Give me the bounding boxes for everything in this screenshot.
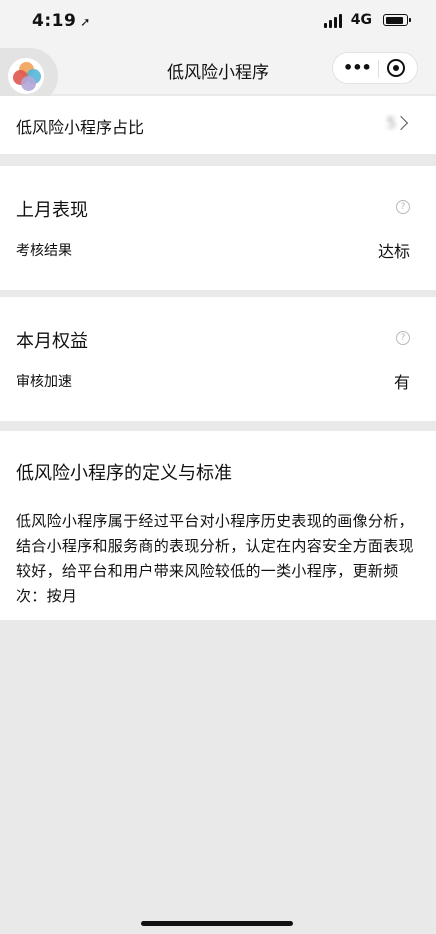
- last-month-section: 上月表现 ? 考核结果 达标: [0, 166, 436, 290]
- network-label: 4G: [350, 12, 372, 28]
- help-icon[interactable]: ?: [396, 200, 410, 214]
- chevron-right-icon: [393, 115, 409, 131]
- location-icon: ➚: [80, 15, 91, 29]
- assessment-result-label: 考核结果: [16, 243, 72, 259]
- definition-title: 低风险小程序的定义与标准: [16, 463, 232, 484]
- nav-bar: 低风险小程序 •••: [0, 46, 436, 104]
- definition-body: 低风险小程序属于经过平台对小程序历史表现的画像分析，结合小程序和服务商的表现分析…: [16, 512, 414, 605]
- ratio-value: 5: [386, 114, 396, 132]
- time-text: 4:19: [32, 11, 77, 31]
- last-month-title: 上月表现: [16, 200, 88, 221]
- ratio-label: 低风险小程序占比: [16, 118, 145, 137]
- help-icon[interactable]: ?: [396, 331, 410, 345]
- home-indicator[interactable]: [141, 921, 293, 926]
- status-bar: 4:19 ➚ 4G: [0, 0, 436, 46]
- capsule-menu: •••: [332, 52, 418, 84]
- more-icon[interactable]: •••: [343, 60, 372, 76]
- battery-icon: [383, 14, 411, 26]
- review-speedup-value: 有: [393, 373, 410, 392]
- ratio-row[interactable]: 低风险小程序占比 5: [0, 96, 436, 154]
- this-month-title: 本月权益: [16, 331, 88, 352]
- close-miniprogram-icon[interactable]: [387, 59, 405, 77]
- signal-icon: [324, 14, 344, 28]
- definition-section: 低风险小程序的定义与标准 低风险小程序属于经过平台对小程序历史表现的画像分析，结…: [0, 431, 436, 620]
- this-month-section: 本月权益 ? 审核加速 有: [0, 297, 436, 421]
- assessment-result-value: 达标: [377, 242, 410, 261]
- status-time: 4:19 ➚: [32, 11, 91, 31]
- review-speedup-label: 审核加速: [16, 374, 72, 390]
- capsule-divider: [378, 60, 379, 78]
